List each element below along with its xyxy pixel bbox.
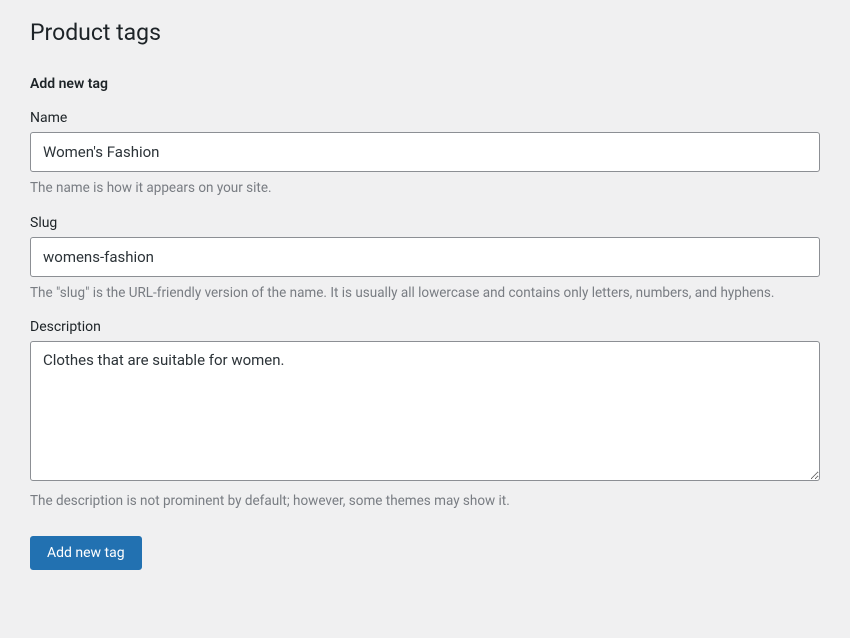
form-heading: Add new tag: [30, 76, 820, 92]
add-new-tag-button[interactable]: Add new tag: [30, 536, 142, 570]
name-label: Name: [30, 110, 820, 126]
slug-label: Slug: [30, 215, 820, 231]
description-textarea[interactable]: [30, 341, 820, 481]
slug-hint: The "slug" is the URL-friendly version o…: [30, 283, 820, 303]
description-field-group: Description The description is not promi…: [30, 319, 820, 511]
name-input[interactable]: [30, 132, 820, 173]
slug-field-group: Slug The "slug" is the URL-friendly vers…: [30, 215, 820, 304]
name-hint: The name is how it appears on your site.: [30, 178, 820, 198]
slug-input[interactable]: [30, 237, 820, 278]
name-field-group: Name The name is how it appears on your …: [30, 110, 820, 199]
description-hint: The description is not prominent by defa…: [30, 491, 820, 511]
description-label: Description: [30, 319, 820, 335]
page-title: Product tags: [30, 18, 820, 48]
